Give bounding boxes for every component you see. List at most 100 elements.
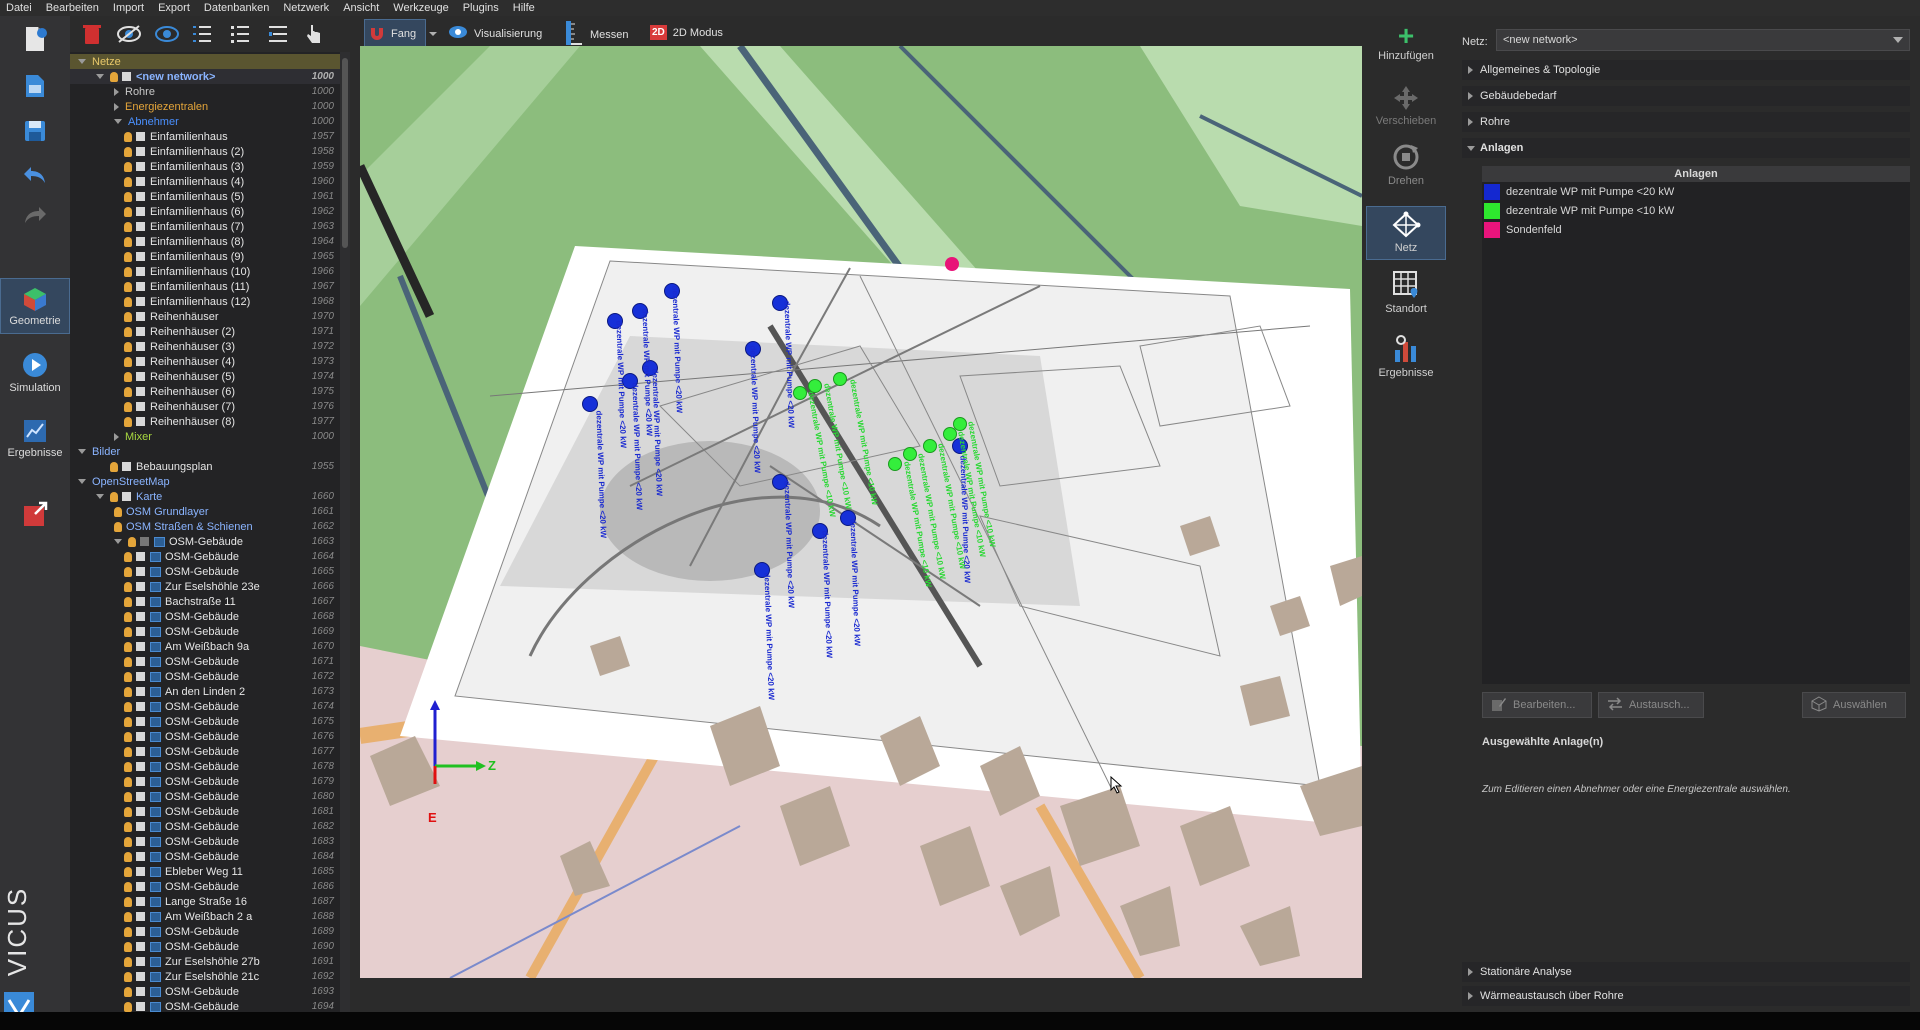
bulb-icon[interactable] (110, 461, 118, 472)
checkbox-icon[interactable] (136, 222, 145, 231)
tree-openstreetmap[interactable]: OpenStreetMap (70, 474, 344, 489)
checkbox-icon[interactable] (136, 417, 145, 426)
section-anlagen[interactable]: Anlagen (1462, 138, 1910, 158)
tree-item[interactable]: OSM-Gebäude 1689 (70, 924, 344, 939)
tree-bilder[interactable]: Bilder (70, 444, 344, 459)
checkbox-icon[interactable] (136, 162, 145, 171)
bulb-icon[interactable] (124, 746, 132, 757)
consumer-node-green[interactable] (793, 386, 807, 400)
tree-bebauungsplan[interactable]: Bebauungsplan 1955 (70, 459, 344, 474)
tree-item[interactable]: OSM-Gebäude 1680 (70, 789, 344, 804)
bulb-icon[interactable] (124, 671, 132, 682)
tree-energiezentralen[interactable]: Energiezentralen 1000 (70, 99, 344, 114)
bulb-icon[interactable] (124, 131, 132, 142)
bulb-icon[interactable] (124, 221, 132, 232)
undo-icon[interactable] (0, 158, 70, 192)
checkbox-icon[interactable] (136, 237, 145, 246)
checkbox-icon[interactable] (136, 717, 145, 726)
bearbeiten-button[interactable]: Bearbeiten... (1482, 692, 1592, 718)
checkbox-icon[interactable] (136, 282, 145, 291)
checkbox-icon[interactable] (136, 972, 145, 981)
checkbox-icon[interactable] (136, 672, 145, 681)
checkbox-icon[interactable] (122, 72, 131, 81)
tree-item[interactable]: Einfamilienhaus (3) 1959 (70, 159, 344, 174)
visibility-off-icon[interactable] (116, 22, 141, 46)
checkbox-icon[interactable] (136, 687, 145, 696)
bulb-icon[interactable] (114, 506, 122, 517)
checkbox-icon[interactable] (136, 882, 145, 891)
menu-item[interactable]: Hilfe (513, 2, 535, 14)
checkbox-icon[interactable] (136, 912, 145, 921)
bulb-icon[interactable] (124, 251, 132, 262)
tree-item[interactable]: Zur Eselshöhle 21c 1692 (70, 969, 344, 984)
bulb-icon[interactable] (124, 551, 132, 562)
bulb-icon[interactable] (124, 401, 132, 412)
tree-item[interactable]: An den Linden 2 1673 (70, 684, 344, 699)
bulb-icon[interactable] (124, 206, 132, 217)
bulb-icon[interactable] (124, 581, 132, 592)
menu-item[interactable]: Netzwerk (283, 2, 329, 14)
bulb-icon[interactable] (114, 521, 122, 532)
bulb-icon[interactable] (124, 851, 132, 862)
bulb-icon[interactable] (124, 926, 132, 937)
bulb-icon[interactable] (110, 491, 118, 502)
section-stationaer[interactable]: Stationäre Analyse (1462, 962, 1910, 982)
2d-modus-button[interactable]: 2D 2D Modus (650, 25, 723, 40)
bulb-icon[interactable] (124, 281, 132, 292)
tree-karte[interactable]: Karte 1660 (70, 489, 344, 504)
consumer-node-green[interactable] (953, 417, 967, 431)
tree-item[interactable]: OSM-Gebäude 1690 (70, 939, 344, 954)
checkbox-icon[interactable] (136, 312, 145, 321)
tree-item[interactable]: Einfamilienhaus (12) 1968 (70, 294, 344, 309)
bulb-icon[interactable] (124, 941, 132, 952)
tree-item[interactable]: Einfamilienhaus (7) 1963 (70, 219, 344, 234)
tree-item[interactable]: OSM-Gebäude 1681 (70, 804, 344, 819)
drehen-button[interactable]: Drehen (1366, 142, 1446, 198)
bulb-icon[interactable] (124, 911, 132, 922)
verschieben-button[interactable]: Verschieben (1366, 84, 1446, 138)
tree-item[interactable]: Lange Straße 16 1687 (70, 894, 344, 909)
bulb-icon[interactable] (124, 341, 132, 352)
bulb-icon[interactable] (124, 626, 132, 637)
delete-icon[interactable] (80, 22, 104, 46)
checkbox-icon[interactable] (136, 777, 145, 786)
bulb-icon[interactable] (124, 596, 132, 607)
checkbox-icon[interactable] (136, 342, 145, 351)
mode-ergebnisse[interactable]: Ergebnisse (0, 410, 70, 466)
consumer-node-green[interactable] (923, 439, 937, 453)
hinzufuegen-button[interactable]: + Hinzufügen (1366, 22, 1446, 72)
bulb-icon[interactable] (124, 326, 132, 337)
checkbox-icon[interactable] (136, 297, 145, 306)
tree-item[interactable]: Einfamilienhaus (9) 1965 (70, 249, 344, 264)
mode-geometrie[interactable]: Geometrie (0, 278, 70, 334)
bulb-icon[interactable] (124, 866, 132, 877)
checkbox-icon[interactable] (136, 327, 145, 336)
section-rohre[interactable]: Rohre (1462, 112, 1910, 132)
list-icon[interactable] (228, 22, 252, 46)
tree-item[interactable]: Einfamilienhaus (4) 1960 (70, 174, 344, 189)
bulb-icon[interactable] (124, 266, 132, 277)
tree-item[interactable]: OSM-Gebäude 1676 (70, 729, 344, 744)
fang-dropdown-icon[interactable] (428, 24, 438, 44)
checkbox-icon[interactable] (136, 867, 145, 876)
checkbox-icon[interactable] (136, 552, 145, 561)
section-waermeaustausch[interactable]: Wärmeaustausch über Rohre (1462, 986, 1910, 1006)
ergebnisse-button[interactable]: Ergebnisse (1366, 334, 1446, 392)
tree-item[interactable]: OSM-Gebäude 1677 (70, 744, 344, 759)
visibility-on-icon[interactable] (154, 22, 179, 46)
list-indent-icon[interactable] (266, 22, 290, 46)
map-scene[interactable] (360, 46, 1362, 978)
pointer-hand-icon[interactable] (302, 22, 326, 46)
tree-item[interactable]: OSM-Gebäude 1664 (70, 549, 344, 564)
bulb-icon[interactable] (124, 881, 132, 892)
bulb-icon[interactable] (124, 701, 132, 712)
messen-button[interactable]: Messen (564, 20, 629, 49)
checkbox-icon[interactable] (140, 537, 149, 546)
tree-item[interactable]: OSM-Gebäude 1669 (70, 624, 344, 639)
bulb-icon[interactable] (124, 791, 132, 802)
list-check-icon[interactable] (190, 22, 214, 46)
tree-scrollbar-thumb[interactable] (342, 58, 348, 248)
bulb-icon[interactable] (124, 611, 132, 622)
checkbox-icon[interactable] (136, 942, 145, 951)
redo-icon[interactable] (0, 198, 70, 232)
